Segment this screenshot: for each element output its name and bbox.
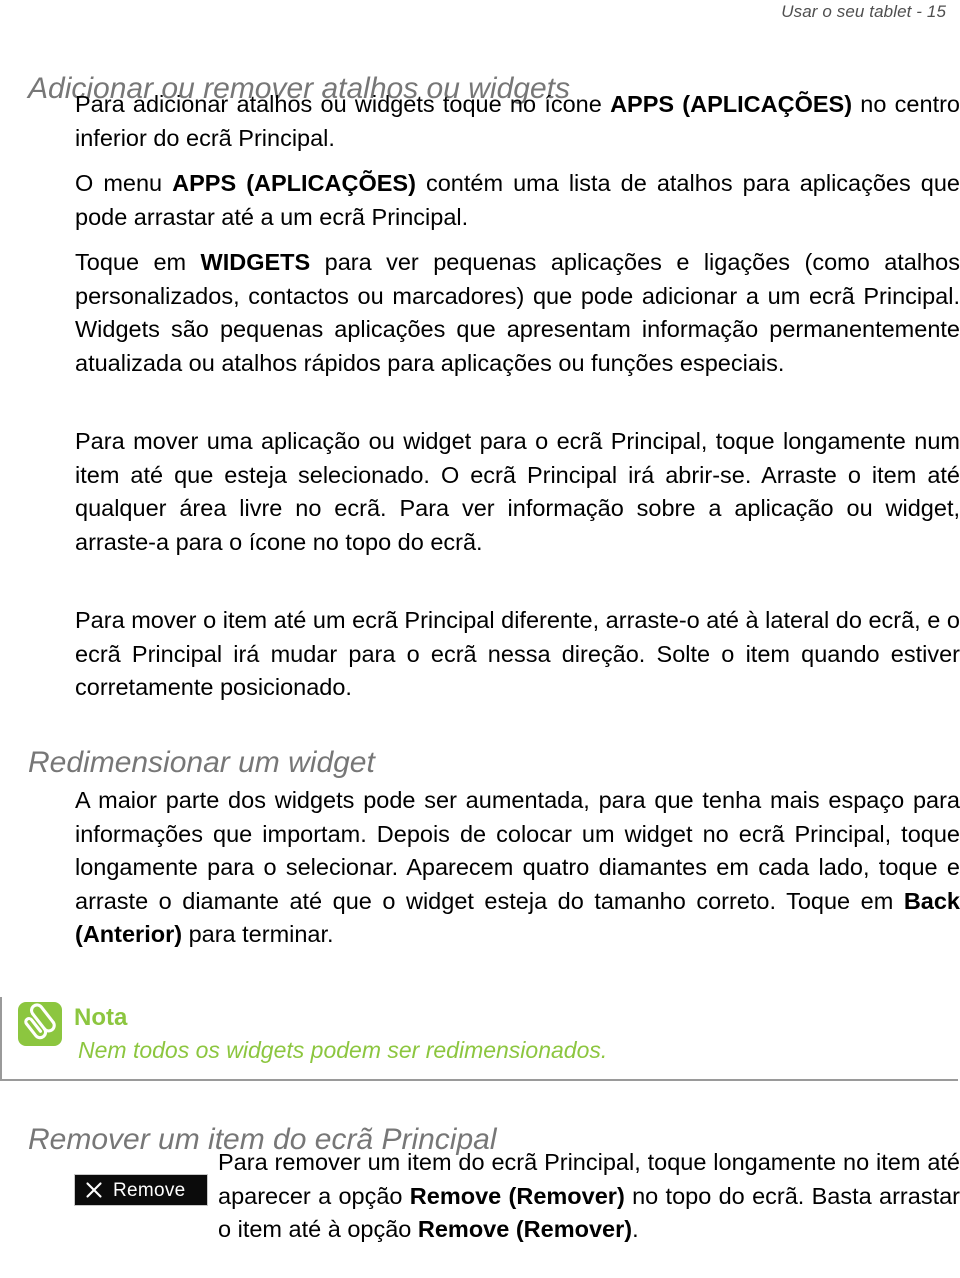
emphasis-apps-menu: APPS (APLICAÇÕES) (172, 170, 416, 196)
document-page: Usar o seu tablet - 15 Adicionar ou remo… (0, 0, 960, 1278)
paperclip-icon (18, 1002, 62, 1046)
paragraph-apps-menu: O menu APPS (APLICAÇÕES) contém uma list… (75, 167, 960, 234)
section-title-resize-widget: Redimensionar um widget (28, 746, 375, 780)
paragraph-text: A maior parte dos widgets pode ser aumen… (75, 787, 960, 914)
paragraph-text: para terminar. (182, 921, 334, 947)
note-callout: Nota Nem todos os widgets podem ser redi… (0, 997, 958, 1081)
close-x-icon (85, 1181, 103, 1199)
note-body-text: Nem todos os widgets podem ser redimensi… (78, 1037, 608, 1063)
paragraph-widgets: Toque em WIDGETS para ver pequenas aplic… (75, 246, 960, 380)
paragraph-text: Para adicionar atalhos ou widgets toque … (75, 91, 611, 117)
remove-button-label: Remove (113, 1179, 186, 1201)
paragraph-remove-item: Para remover um item do ecrã Principal, … (218, 1146, 960, 1247)
paragraph-move-between-screens: Para mover o item até um ecrã Principal … (75, 607, 960, 700)
paragraph-move-to-home: Para mover uma aplicação ou widget para … (75, 428, 960, 555)
paragraph-text: O menu (75, 170, 173, 196)
paragraph-add-shortcut: Para adicionar atalhos ou widgets toque … (75, 88, 960, 155)
emphasis-remove-option: Remove (Remover) (417, 1216, 633, 1242)
paragraph-resize-widget: A maior parte dos widgets pode ser aumen… (75, 784, 960, 952)
paragraph-text: Toque em (75, 249, 201, 275)
emphasis-widgets: WIDGETS (200, 249, 311, 275)
running-header: Usar o seu tablet - 15 (781, 2, 946, 21)
remove-button-screenshot: Remove (74, 1174, 208, 1206)
note-title: Nota (74, 1004, 128, 1031)
emphasis-remove-option: Remove (Remover) (409, 1182, 625, 1209)
paragraph-text: . (632, 1216, 639, 1242)
emphasis-apps-menu: APPS (APLICAÇÕES) (610, 91, 853, 117)
